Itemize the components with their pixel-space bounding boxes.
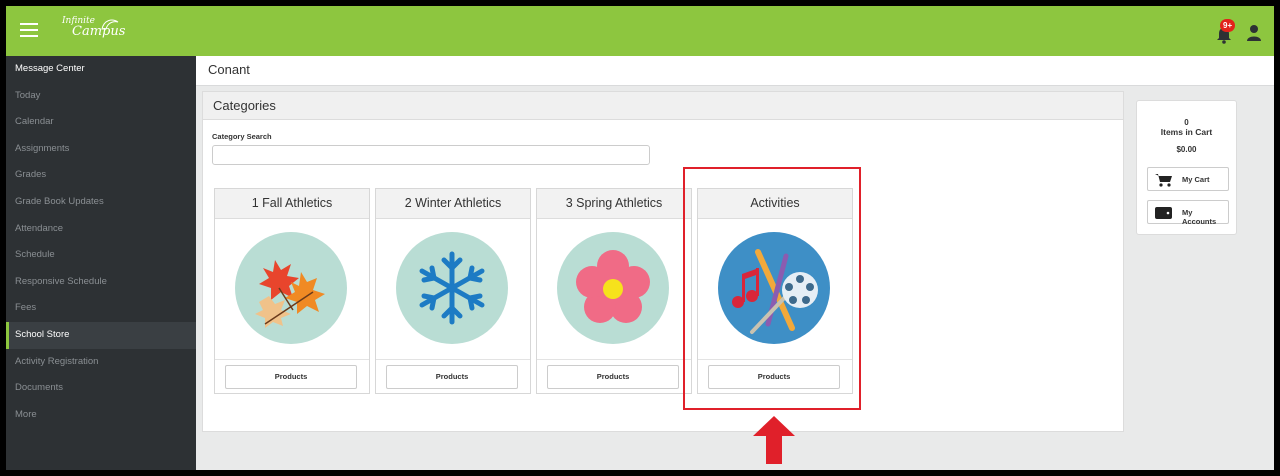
sidebar-item-activity-registration[interactable]: Activity Registration (6, 349, 196, 376)
app-frame: Infinite Campus 9+ Message Center Today … (6, 6, 1274, 470)
menu-icon[interactable] (20, 23, 38, 39)
sidebar-item-more[interactable]: More (6, 402, 196, 429)
red-up-arrow-icon (753, 416, 795, 464)
sidebar-item-today[interactable]: Today (6, 83, 196, 110)
user-profile-icon[interactable] (1246, 24, 1262, 42)
category-card-fall-athletics: 1 Fall Athletics Products (214, 188, 370, 394)
categories-title: Categories (203, 92, 1123, 120)
sidebar-item-grades[interactable]: Grades (6, 162, 196, 189)
sidebar-item-message-center[interactable]: Message Center (6, 56, 196, 83)
notification-badge[interactable]: 9+ (1220, 19, 1236, 32)
sidebar-item-attendance[interactable]: Attendance (6, 216, 196, 243)
products-button[interactable]: Products (225, 365, 357, 389)
sidebar-item-grade-book-updates[interactable]: Grade Book Updates (6, 189, 196, 216)
category-card-title: 1 Fall Athletics (215, 189, 369, 219)
logo-swoosh-icon (101, 19, 119, 30)
sidebar: Message Center Today Calendar Assignment… (6, 56, 196, 470)
sidebar-item-fees[interactable]: Fees (6, 295, 196, 322)
cart-item-count: 0 (1184, 118, 1189, 127)
category-card-footer: Products (537, 359, 691, 395)
categories-panel: Categories Category Search 1 Fall Athlet… (202, 91, 1124, 432)
top-bar: Infinite Campus 9+ (6, 6, 1274, 56)
category-search-label: Category Search (212, 132, 272, 141)
sidebar-item-school-store[interactable]: School Store (6, 321, 196, 349)
cart-panel: 0 Items in Cart $0.00 My Cart My Account… (1136, 100, 1237, 235)
sidebar-item-assignments[interactable]: Assignments (6, 136, 196, 163)
category-card-footer: Products (215, 359, 369, 395)
shopping-cart-icon (1155, 174, 1172, 187)
infinite-campus-logo[interactable]: Infinite Campus (62, 16, 125, 39)
breadcrumb-school-name: Conant (196, 56, 1274, 86)
category-card-title: 3 Spring Athletics (537, 189, 691, 219)
my-accounts-label: My Accounts (1182, 208, 1217, 226)
snowflake-icon[interactable] (396, 232, 508, 344)
products-button[interactable]: Products (547, 365, 679, 389)
wallet-icon (1155, 207, 1172, 219)
flower-icon[interactable] (557, 232, 669, 344)
highlight-box (683, 167, 861, 410)
sidebar-item-calendar[interactable]: Calendar (6, 109, 196, 136)
sidebar-item-schedule[interactable]: Schedule (6, 242, 196, 269)
my-accounts-button[interactable]: My Accounts (1147, 200, 1229, 226)
fall-leaves-icon[interactable] (235, 232, 347, 344)
products-button[interactable]: Products (386, 365, 518, 389)
category-card-title: 2 Winter Athletics (376, 189, 530, 219)
my-cart-button[interactable]: My Cart (1147, 167, 1229, 191)
category-card-footer: Products (376, 359, 530, 395)
category-card-winter-athletics: 2 Winter Athletics Products (375, 188, 531, 394)
cart-items-label: Items in Cart (1160, 127, 1213, 137)
category-search-input[interactable] (212, 145, 650, 165)
cart-total: $0.00 (1176, 145, 1197, 154)
sidebar-item-documents[interactable]: Documents (6, 375, 196, 402)
category-card-spring-athletics: 3 Spring Athletics Products (536, 188, 692, 394)
sidebar-item-responsive-schedule[interactable]: Responsive Schedule (6, 269, 196, 296)
my-cart-label: My Cart (1182, 175, 1210, 184)
